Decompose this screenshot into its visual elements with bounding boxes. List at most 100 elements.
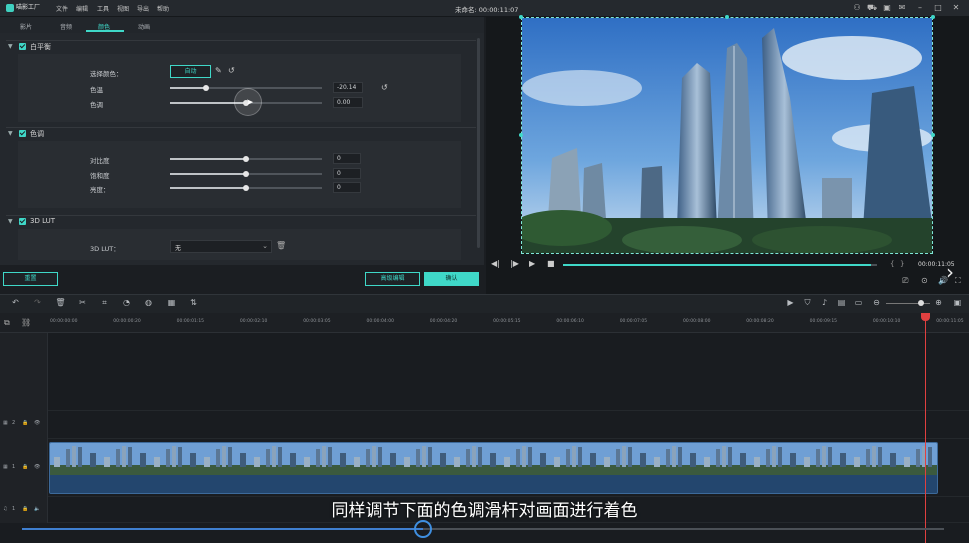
close-icon[interactable]: ✕ [951, 3, 961, 13]
lock-icon[interactable]: 🔒 [22, 464, 28, 470]
render-icon[interactable]: ▶ [785, 297, 796, 308]
saturation-value[interactable]: 0 [333, 168, 361, 179]
delete-icon[interactable]: 🗑 [55, 297, 66, 308]
play-icon[interactable]: ▶ [529, 259, 535, 268]
adjust-icon[interactable]: ⇅ [188, 297, 199, 308]
tab-video[interactable]: 影片 [20, 22, 32, 31]
section-tone[interactable]: ▼ 色调 [6, 127, 476, 141]
stop-icon[interactable]: ■ [547, 259, 555, 268]
trash-icon[interactable]: 🗑 [276, 241, 286, 250]
ruler-tick-label: 00:00:04:00 [366, 319, 394, 324]
ruler-tick-label: 00:00:02:10 [239, 319, 268, 324]
video-preview[interactable] [521, 17, 933, 254]
undo-icon[interactable]: ↶ [10, 297, 21, 308]
ruler-tick-label: 00:00:00:20 [113, 319, 141, 324]
lut-select[interactable]: 无 ⌄ [170, 240, 272, 253]
brightness-thumb[interactable] [243, 185, 249, 191]
resize-handle[interactable] [519, 133, 523, 137]
track-header: ▦ 1 🔒 👁 [0, 439, 48, 497]
marker-icon[interactable]: ⛉ [802, 297, 813, 308]
user-icon[interactable]: ⚇ [852, 3, 862, 13]
lock-icon[interactable]: 🔒 [22, 420, 28, 426]
monitor-icon[interactable]: ⎚ [902, 276, 908, 286]
menu-view[interactable]: 视图 [117, 4, 129, 13]
maximize-icon[interactable]: □ [933, 3, 943, 13]
link-icon[interactable]: ⛓ [21, 318, 31, 327]
prev-marker-icon[interactable]: { [890, 260, 894, 268]
chevron-down-icon[interactable]: ▼ [8, 218, 13, 225]
menu-tools[interactable]: 工具 [97, 4, 109, 13]
ok-button[interactable]: 确认 [424, 272, 479, 286]
tone-checkbox[interactable] [19, 130, 26, 137]
player-progress[interactable] [563, 264, 877, 266]
eye-icon[interactable]: 👁 [34, 464, 40, 470]
menu-help[interactable]: 帮助 [157, 4, 169, 13]
zoom-in-icon[interactable]: ⊕ [933, 297, 944, 308]
speed-icon[interactable]: ◔ [121, 297, 132, 308]
chevron-down-icon[interactable]: ▼ [8, 43, 13, 50]
panel-scrollbar[interactable] [477, 38, 480, 248]
app-logo: 喵影工厂 [6, 3, 42, 13]
contrast-value[interactable]: 0 [333, 153, 361, 164]
prev-frame-icon[interactable]: ◀| [491, 259, 500, 268]
minimize-icon[interactable]: – [915, 3, 925, 13]
menu-file[interactable]: 文件 [56, 4, 68, 13]
fullscreen-icon[interactable]: ⛶ [955, 276, 961, 286]
reset-icon[interactable]: ↺ [228, 66, 235, 75]
lut-label: 3D LUT： [90, 245, 120, 253]
lut-checkbox[interactable] [19, 218, 26, 225]
cut-icon[interactable]: ✂ [77, 297, 88, 308]
mosaic-icon[interactable]: ▦ [166, 297, 177, 308]
chevron-down-icon: ⌄ [262, 242, 268, 250]
saturation-thumb[interactable] [243, 171, 249, 177]
tab-animation[interactable]: 动画 [138, 22, 150, 31]
video-clip[interactable] [49, 442, 938, 494]
resize-handle[interactable] [519, 15, 523, 19]
step-icon[interactable]: |▶ [510, 259, 519, 268]
reset-temperature-icon[interactable]: ↺ [381, 83, 388, 92]
color-icon[interactable]: ◍ [143, 297, 154, 308]
ruler-tick-label: 00:00:10:10 [872, 319, 901, 324]
track-video-2[interactable] [0, 411, 969, 439]
next-marker-icon[interactable]: } [900, 260, 904, 268]
resize-handle[interactable] [931, 133, 935, 137]
tab-audio[interactable]: 音频 [60, 22, 72, 31]
track-empty [0, 333, 969, 411]
crop-icon[interactable]: ⌗ [99, 297, 110, 308]
lut-selected-value: 无 [175, 245, 182, 252]
chevron-down-icon[interactable]: ▼ [8, 130, 13, 137]
resize-handle[interactable] [725, 15, 729, 19]
subtitle-icon[interactable]: ▭ [853, 297, 864, 308]
section-white-balance[interactable]: ▼ 白平衡 [6, 40, 476, 54]
white-balance-checkbox[interactable] [19, 43, 26, 50]
mic-icon[interactable]: ♪ [819, 297, 830, 308]
menu-export[interactable]: 导出 [137, 4, 149, 13]
save-icon[interactable]: ▣ [882, 3, 892, 13]
temperature-label: 色温 [90, 86, 103, 94]
volume-icon[interactable]: 🔊 [938, 276, 948, 285]
advanced-edit-button[interactable]: 高级编辑 [365, 272, 420, 286]
brightness-value[interactable]: 0 [333, 182, 361, 193]
playhead-handle[interactable] [921, 313, 930, 321]
tutorial-progress-knob[interactable] [414, 520, 433, 538]
fit-icon[interactable]: ▣ [952, 297, 963, 308]
contrast-thumb[interactable] [243, 156, 249, 162]
cart-icon[interactable]: ⛟ [867, 3, 877, 13]
menu-edit[interactable]: 编辑 [76, 4, 88, 13]
clip-thumbnails [50, 443, 937, 493]
redo-icon[interactable]: ↷ [32, 297, 43, 308]
mail-icon[interactable]: ✉ [897, 3, 907, 13]
eyedropper-icon[interactable]: ✎ [215, 66, 222, 75]
tint-value[interactable]: 0.00 [333, 97, 363, 108]
add-track-icon[interactable]: ⧉ [4, 318, 10, 328]
voiceover-icon[interactable]: ▤ [836, 297, 847, 308]
auto-button[interactable]: 自动 [170, 65, 211, 78]
camera-icon[interactable]: ⊙ [921, 276, 928, 285]
reset-button[interactable]: 重置 [3, 272, 58, 286]
zoom-out-icon[interactable]: ⊖ [871, 297, 882, 308]
resize-handle[interactable] [931, 15, 935, 19]
temperature-value[interactable]: -20.14 [333, 82, 363, 93]
eye-icon[interactable]: 👁 [34, 420, 40, 426]
zoom-slider-thumb[interactable] [918, 300, 924, 306]
section-3d-lut[interactable]: ▼ 3D LUT [6, 215, 476, 229]
